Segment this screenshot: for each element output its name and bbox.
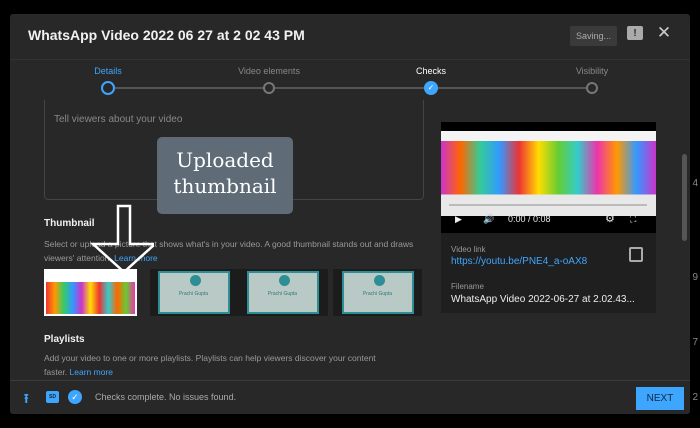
playlists-learn-more-link[interactable]: Learn more [70,367,113,377]
certificate-image: Prachi Gupta [341,271,414,314]
volume-icon[interactable]: 🔊 [483,214,494,225]
dialog-footer: ⭱ SD ✓ Checks complete. No issues found.… [10,380,690,414]
step-checks[interactable]: Checks [381,66,481,76]
uploaded-thumbnail-annotation: Uploaded thumbnail [157,137,293,214]
close-icon[interactable]: ✕ [655,23,673,42]
step-dot-details[interactable] [101,81,115,95]
video-player[interactable]: ▶ 🔊 0:00 / 0:08 ⚙ ⛶ [441,122,656,233]
filename-label: Filename [451,282,484,291]
dialog-title: WhatsApp Video 2022 06 27 at 2 02 43 PM [28,27,305,43]
feedback-icon[interactable]: ! [627,26,643,40]
description-placeholder: Tell viewers about your video [54,114,183,125]
upload-dialog: WhatsApp Video 2022 06 27 at 2 02 43 PM … [10,14,690,414]
filename: WhatsApp Video 2022-06-27 at 2.02.43... [451,294,635,305]
sd-icon[interactable]: SD [46,391,59,403]
down-arrow-annotation [90,204,154,274]
playlists-heading: Playlists [44,334,85,345]
certificate-image: Prachi Gupta [246,271,319,314]
saving-badge: Saving... [570,26,618,46]
check-icon[interactable]: ✓ [424,81,438,95]
step-video-elements[interactable]: Video elements [219,66,319,76]
video-link[interactable]: https://youtu.be/PNE4_a-oAX8 [451,255,587,269]
skyline-image [44,269,137,316]
step-visibility[interactable]: Visibility [542,66,642,76]
scrollbar[interactable] [682,154,687,241]
background-digit: 9 [692,272,698,283]
background-digit: 4 [692,178,698,189]
thumbnail-heading: Thumbnail [44,218,95,229]
copy-icon[interactable] [629,247,643,262]
upload-icon[interactable]: ⭱ [24,390,29,412]
video-preview-card: ▶ 🔊 0:00 / 0:08 ⚙ ⛶ Video link https://y… [441,122,656,313]
thumbnail-option[interactable]: Prachi Gupta [237,269,328,316]
background-digit: 7 [692,337,698,348]
video-time: 0:00 / 0:08 [508,214,551,224]
thumbnail-option[interactable]: Prachi Gupta [333,269,422,316]
play-icon[interactable]: ▶ [455,214,462,225]
checks-complete-icon[interactable]: ✓ [68,390,82,404]
step-details[interactable]: Details [58,66,158,76]
step-dot-video-elements[interactable] [263,82,275,94]
status-text: Checks complete. No issues found. [95,392,237,402]
certificate-image: Prachi Gupta [157,271,230,314]
playlists-description: Add your video to one or more playlists.… [44,353,376,377]
background-digit: 2 [692,392,698,403]
step-dot-visibility[interactable] [586,82,598,94]
fullscreen-icon[interactable]: ⛶ [630,214,636,225]
thumbnail-option-uploaded[interactable] [44,269,137,316]
stepper-track [108,87,592,89]
settings-icon[interactable]: ⚙ [605,212,615,225]
progress-bar[interactable] [449,204,647,206]
divider [10,59,690,60]
thumbnail-option[interactable]: Prachi Gupta [150,269,237,316]
next-button[interactable]: NEXT [636,387,684,410]
